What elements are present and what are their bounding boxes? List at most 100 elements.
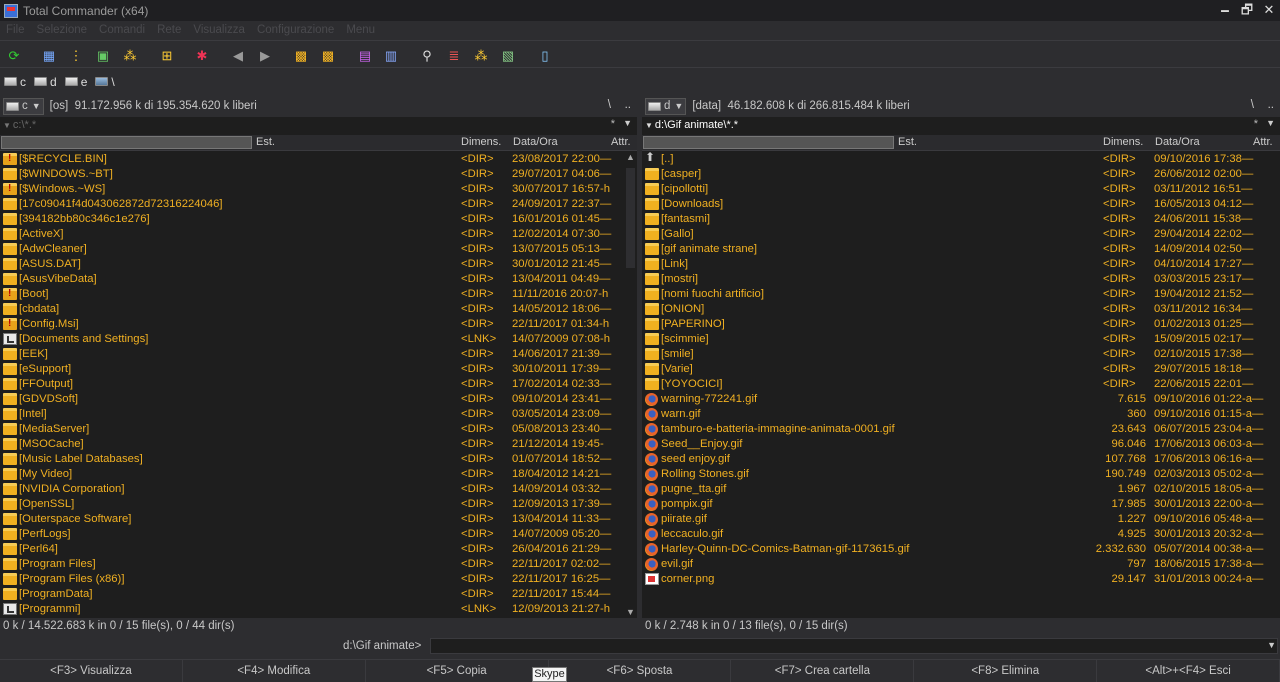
brief-view-icon[interactable]: ▦ — [40, 46, 58, 64]
col-size[interactable]: Dimens. — [461, 136, 501, 148]
hotlist-button[interactable]: ▼ — [623, 118, 632, 128]
file-row[interactable]: [394182bb80c346c1e276] <DIR> 16/01/2016 01… — [0, 212, 637, 227]
file-row[interactable]: [Config.Msi] <DIR> 22/11/2017 01:34-h — [0, 317, 637, 332]
f3-view-button[interactable]: <F3> Visualizza — [0, 660, 183, 682]
notepad-icon[interactable]: ▯ — [536, 46, 554, 64]
drive-d-button[interactable]: d — [34, 75, 57, 89]
maximize-button[interactable]: 🗗 — [1236, 0, 1258, 20]
multi-rename-icon[interactable]: ≣ — [445, 46, 463, 64]
file-row[interactable]: [PerfLogs] <DIR> 14/07/2009 05:20— — [0, 527, 637, 542]
file-row[interactable]: [Programmi] <LNK> 12/09/2013 21:27-h — [0, 602, 637, 617]
file-row[interactable]: corner.png 29.147 31/01/2013 00:24-a— — [642, 572, 1280, 587]
file-row[interactable]: [..] <DIR> 09/10/2016 17:38— — [642, 152, 1280, 167]
drive-selector-left[interactable]: c ▼ — [3, 97, 44, 115]
command-input[interactable] — [430, 638, 1278, 654]
drive-e-button[interactable]: e — [64, 75, 87, 89]
file-row[interactable]: Seed__Enjoy.gif 96.046 17/06/2013 06:03-a— — [642, 437, 1280, 452]
file-row[interactable]: seed enjoy.gif 107.768 17/06/2013 06:16-a— — [642, 452, 1280, 467]
file-row[interactable]: [YOYOCICI] <DIR> 22/06/2015 22:01— — [642, 377, 1280, 392]
col-date[interactable]: Data/Ora — [1155, 136, 1200, 148]
file-row[interactable]: [Documents and Settings] <LNK> 14/07/2009 … — [0, 332, 637, 347]
f4-edit-button[interactable]: <F4> Modifica — [183, 660, 366, 682]
filter-button[interactable]: * — [611, 118, 615, 130]
sync-dirs-icon[interactable]: ⁂ — [472, 46, 490, 64]
menu-comandi[interactable]: Comandi — [99, 24, 145, 36]
file-row[interactable]: [NVIDIA Corporation] <DIR> 14/09/2014 03:3… — [0, 482, 637, 497]
path-bar-left[interactable]: ▼ c:\*.* * ▼ — [0, 117, 637, 133]
parent-dir-button[interactable]: .. — [625, 99, 631, 111]
drive-c-button[interactable]: c — [4, 75, 26, 89]
file-row[interactable]: warning-772241.gif 7.615 09/10/2016 01:22-… — [642, 392, 1280, 407]
f6-move-button[interactable]: <F6> Sposta — [549, 660, 732, 682]
alt-f4-exit-button[interactable]: <Alt>+<F4> Esci — [1097, 660, 1280, 682]
file-row[interactable]: pompix.gif 17.985 30/01/2013 22:00-a— — [642, 497, 1280, 512]
chevron-down-icon[interactable]: ▼ — [1267, 640, 1276, 650]
root-button[interactable]: \ — [1251, 99, 1254, 111]
col-size[interactable]: Dimens. — [1103, 136, 1143, 148]
full-view-icon[interactable]: ⋮ — [67, 46, 85, 64]
file-row[interactable]: [OpenSSL] <DIR> 12/09/2013 17:39— — [0, 497, 637, 512]
minimize-button[interactable]: 🗕 — [1214, 0, 1236, 20]
file-row[interactable]: [My Video] <DIR> 18/04/2012 14:21— — [0, 467, 637, 482]
invert-selection-icon[interactable]: ⊞ — [158, 46, 176, 64]
file-row[interactable]: evil.gif 797 18/06/2015 17:38-a— — [642, 557, 1280, 572]
col-date[interactable]: Data/Ora — [513, 136, 558, 148]
back-icon[interactable]: ◀ — [229, 46, 247, 64]
parent-dir-button[interactable]: .. — [1268, 99, 1274, 111]
file-row[interactable]: [MSOCache] <DIR> 21/12/2014 19:45- — [0, 437, 637, 452]
col-ext[interactable]: Est. — [898, 136, 917, 148]
file-row[interactable]: [MediaServer] <DIR> 05/08/2013 23:40— — [0, 422, 637, 437]
scrollbar-left[interactable]: ▲ ▼ — [624, 152, 637, 617]
file-row[interactable]: [AdwCleaner] <DIR> 13/07/2015 05:13— — [0, 242, 637, 257]
close-button[interactable]: ✕ — [1258, 0, 1280, 20]
file-row[interactable]: [casper] <DIR> 26/06/2012 02:00— — [642, 167, 1280, 182]
col-name[interactable] — [643, 136, 894, 149]
file-row[interactable]: [GDVDSoft] <DIR> 09/10/2014 23:41— — [0, 392, 637, 407]
refresh-icon[interactable]: ⟳ — [5, 46, 23, 64]
file-row[interactable]: [Varie] <DIR> 29/07/2015 18:18— — [642, 362, 1280, 377]
menu-visualizza[interactable]: Visualizza — [193, 24, 245, 36]
file-row[interactable]: [mostri] <DIR> 03/03/2015 23:17— — [642, 272, 1280, 287]
file-row[interactable]: [ASUS.DAT] <DIR> 30/01/2012 21:45— — [0, 257, 637, 272]
col-ext[interactable]: Est. — [256, 136, 275, 148]
f7-mkdir-button[interactable]: <F7> Crea cartella — [731, 660, 915, 682]
pack-icon[interactable]: ▩ — [292, 46, 310, 64]
root-button[interactable]: \ — [608, 99, 611, 111]
col-attr[interactable]: Attr. — [1253, 136, 1273, 148]
f5-copy-button[interactable]: <F5> Copia — [366, 660, 549, 682]
file-row[interactable]: leccaculo.gif 4.925 30/01/2013 20:32-a— — [642, 527, 1280, 542]
file-row[interactable]: [ONION] <DIR> 03/11/2012 16:34— — [642, 302, 1280, 317]
menu-file[interactable]: File — [6, 24, 25, 36]
file-row[interactable]: [$RECYCLE.BIN] <DIR> 23/08/2017 22:00— — [0, 152, 637, 167]
left-panel[interactable]: c ▼ [os] 91.172.956 k di 195.354.620 k li… — [0, 95, 637, 635]
file-row[interactable]: [cipollotti] <DIR> 03/11/2012 16:51— — [642, 182, 1280, 197]
thumbnails-icon[interactable]: ▣ — [94, 46, 112, 64]
file-row[interactable]: [ActiveX] <DIR> 12/02/2014 07:30— — [0, 227, 637, 242]
f8-delete-button[interactable]: <F8> Elimina — [914, 660, 1098, 682]
right-panel[interactable]: d ▼ [data] 46.182.608 k di 266.815.484 k … — [642, 95, 1280, 635]
file-row[interactable]: [ProgramData] <DIR> 22/11/2017 15:44— — [0, 587, 637, 602]
file-row[interactable]: [eSupport] <DIR> 30/10/2011 17:39— — [0, 362, 637, 377]
file-row[interactable]: Harley-Quinn-DC-Comics-Batman-gif-117361… — [642, 542, 1280, 557]
file-row[interactable]: [gif animate strane] <DIR> 14/09/2014 02:5… — [642, 242, 1280, 257]
compare-icon[interactable]: ✱ — [193, 46, 211, 64]
file-row[interactable]: pugne_tta.gif 1.967 02/10/2015 18:05-a— — [642, 482, 1280, 497]
file-row[interactable]: [Link] <DIR> 04/10/2014 17:27— — [642, 257, 1280, 272]
ftp-icon[interactable]: ▤ — [356, 46, 374, 64]
file-row[interactable]: [EEK] <DIR> 14/06/2017 21:39— — [0, 347, 637, 362]
forward-icon[interactable]: ▶ — [256, 46, 274, 64]
unpack-icon[interactable]: ▩ — [319, 46, 337, 64]
search-files-icon[interactable]: ⚲ — [418, 46, 436, 64]
file-row[interactable]: [FFOutput] <DIR> 17/02/2014 02:33— — [0, 377, 637, 392]
file-row[interactable]: tamburo-e-batteria-immagine-animata-0001… — [642, 422, 1280, 437]
file-row[interactable]: [17c09041f4d043062872d72316224046] <DIR> 2… — [0, 197, 637, 212]
file-row[interactable]: [smile] <DIR> 02/10/2015 17:38— — [642, 347, 1280, 362]
file-row[interactable]: [scimmie] <DIR> 15/09/2015 02:17— — [642, 332, 1280, 347]
menu-rete[interactable]: Rete — [157, 24, 181, 36]
menu-selezione[interactable]: Selezione — [37, 24, 88, 36]
file-row[interactable]: [fantasmi] <DIR> 24/06/2011 15:38— — [642, 212, 1280, 227]
path-bar-right[interactable]: ▼ d:\Gif animate\*.* * ▼ — [642, 117, 1280, 133]
filter-button[interactable]: * — [1254, 118, 1258, 130]
drive-selector-right[interactable]: d ▼ — [645, 97, 687, 115]
tree-view-icon[interactable]: ⁂ — [121, 46, 139, 64]
